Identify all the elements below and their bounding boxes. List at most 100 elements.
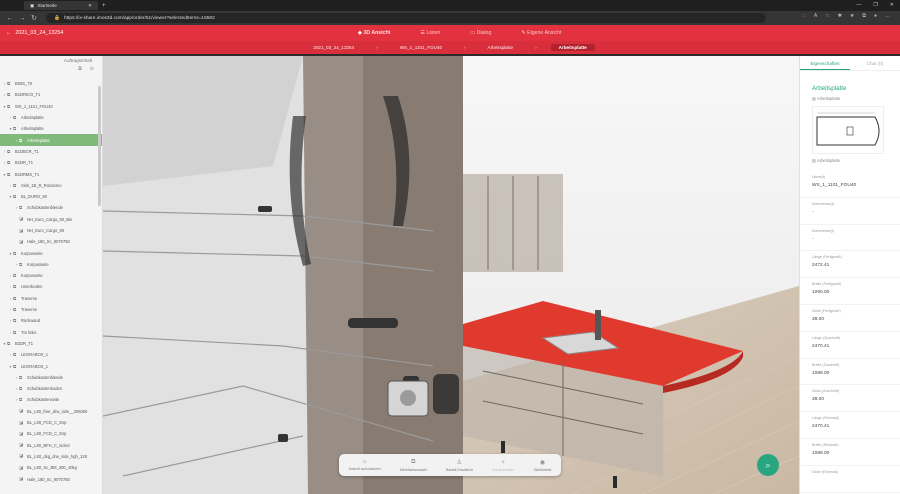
property-value: WS_1_1101_FOU40 bbox=[812, 183, 857, 188]
group-icon: ⧉ bbox=[13, 295, 17, 301]
tab-custom-view[interactable]: ✎ Eigene Ansicht bbox=[521, 30, 561, 36]
back-icon[interactable]: ← bbox=[4, 15, 16, 22]
tree-item[interactable]: › ⧉ Unterboden bbox=[0, 281, 102, 292]
new-tab-icon[interactable]: + bbox=[102, 3, 106, 9]
tree-item[interactable]: ▾ ⧉ Arbeitsplatte bbox=[0, 123, 102, 134]
tree-item[interactable]: › ⧉ B1DR_T1 bbox=[0, 157, 102, 168]
property-row: Kommentar(t) - bbox=[800, 198, 900, 225]
extension-icon[interactable]: ✱ bbox=[838, 13, 842, 19]
3d-viewport[interactable] bbox=[103, 56, 799, 494]
url-input[interactable]: 🔒 https://ix-share.imos3d.com/app/order/… bbox=[46, 13, 766, 23]
tree-item[interactable]: ◪ NH_Euro_Cargo_90_Bin bbox=[0, 214, 102, 225]
tree-scrollbar[interactable] bbox=[98, 86, 101, 206]
collections-icon[interactable]: ⧉ bbox=[862, 13, 866, 19]
property-value: - bbox=[812, 209, 814, 215]
breadcrumb-item[interactable]: 2021_03_24_13254 bbox=[305, 44, 362, 51]
breadcrumb-item[interactable]: Arbeitsplatte bbox=[480, 44, 522, 51]
tree-item[interactable]: › ⧉ Traverse bbox=[0, 293, 102, 304]
chevron-right-icon: › bbox=[535, 45, 537, 50]
tree-item[interactable]: › ⧉ Schubkastenblende bbox=[0, 202, 102, 213]
part-image-placeholder: ▨ Arbeitsplatte bbox=[812, 96, 900, 101]
tree-item[interactable]: ▾ ⧉ Korpusseite bbox=[0, 247, 102, 258]
avatar[interactable]: ● bbox=[874, 13, 877, 19]
tree-item[interactable]: ▾ ⧉ B2DR_T1 bbox=[0, 338, 102, 349]
tree-item[interactable]: › ⧉ B00S_79 bbox=[0, 78, 102, 89]
tree-item[interactable]: › ⧉ Korpusseite bbox=[0, 270, 102, 281]
tree-item[interactable]: › ⧉ Korpusseite bbox=[0, 259, 102, 270]
zoom-button[interactable]: ⌕ bbox=[757, 454, 779, 476]
window-close-icon[interactable]: ✕ bbox=[890, 2, 894, 8]
reader-icon[interactable]: A bbox=[814, 13, 817, 19]
tree-item[interactable]: › ⧉ LEGRABOX_1 bbox=[0, 349, 102, 360]
property-row: Kommentar(t) - bbox=[800, 225, 900, 252]
tab-chat[interactable]: Chat (0) bbox=[850, 56, 900, 70]
minimize-icon[interactable]: — bbox=[856, 2, 861, 8]
group-icon: ⧉ bbox=[13, 352, 17, 358]
tree-item[interactable]: ▾ ⧉ B1DRMS_T1 bbox=[0, 168, 102, 179]
tree-item[interactable]: › ⧉ Arbeitsplatte bbox=[0, 112, 102, 123]
tree-item[interactable]: ◪ BL_L80_free_drw_side__306050 bbox=[0, 406, 102, 417]
property-value: 2470.41 bbox=[812, 424, 830, 430]
tree-item[interactable]: › ⧉ Sink_1B_R_Rondomo bbox=[0, 180, 102, 191]
tree-item[interactable]: ◪ BL_L80_dsg_drw_side_hgh_128 bbox=[0, 451, 102, 462]
tree-item[interactable]: ▾ ⧉ BL_EURO_90 bbox=[0, 191, 102, 202]
tree-item-label: B00S_79 bbox=[15, 81, 32, 87]
browser-tab[interactable]: ▣ Startseite ✕ bbox=[24, 1, 98, 10]
tree-item[interactable]: › ⧉ B1DRICO_T1 bbox=[0, 89, 102, 100]
tree-item[interactable]: ◪ Hale_180_Sc_9070750 bbox=[0, 473, 102, 484]
forward-icon[interactable]: → bbox=[16, 15, 28, 22]
tree-item[interactable]: › ⧉ Traverse bbox=[0, 304, 102, 315]
tree-item[interactable]: ◪ NH_Euro_Cargo_90 bbox=[0, 225, 102, 236]
tree-item[interactable]: ▾ ⧉ WS_1_1101_FOU40 bbox=[0, 101, 102, 112]
collapse-icon[interactable]: ⧉ bbox=[78, 66, 82, 75]
maximize-icon[interactable]: ❐ bbox=[873, 2, 877, 8]
tree-item-label: B1DR_T1 bbox=[15, 160, 33, 166]
tree-item[interactable]: ◪ BL_L80_Sc_BM_300_40kg bbox=[0, 462, 102, 473]
hide-selection-button[interactable]: ✦ Selekt.ausblen bbox=[492, 459, 514, 472]
star-icon[interactable]: ☆ bbox=[825, 13, 829, 19]
visibility-button[interactable]: ◉ Sichtbarkeit bbox=[534, 459, 552, 472]
tab-lists[interactable]: ☰ Listen bbox=[420, 30, 440, 36]
tab-dialog[interactable]: ▭ Dialog bbox=[470, 30, 491, 36]
tree-item[interactable]: › ⧉ Schubkastenseite bbox=[0, 394, 102, 405]
tree-item[interactable]: › ⧉ B1DBCR_T1 bbox=[0, 146, 102, 157]
target-icon[interactable]: ⊙ bbox=[90, 66, 94, 75]
part-top-view-button[interactable]: ♙ Bauteil-Draufsicht bbox=[446, 459, 473, 472]
property-row: Breite (Rohmaß) 1088.00 bbox=[800, 439, 900, 466]
tree-item-label: BL_L80_BFH_C_nickel bbox=[27, 442, 70, 448]
property-row: Länge (Rohmaß) 2470.41 bbox=[800, 412, 900, 439]
tree-item[interactable]: › ⧉ Rückwand bbox=[0, 315, 102, 326]
tree-item-label: Traverse bbox=[21, 307, 37, 313]
tree-item-label: Schubkastenseite bbox=[27, 397, 60, 403]
group-icon: ⧉ bbox=[13, 284, 17, 290]
browser-tab-title: Startseite bbox=[37, 3, 57, 8]
order-back-button[interactable]: ← 2021_03_24_13254 bbox=[6, 30, 63, 36]
group-icon: ⧉ bbox=[13, 194, 17, 200]
favorites-icon[interactable]: ★ bbox=[850, 13, 854, 19]
part-icon: ◪ bbox=[19, 442, 24, 448]
tree-item[interactable]: › ⧉ Arbeitsplatte bbox=[0, 134, 102, 146]
tree-item[interactable]: ◪ BL_L80_BFH_C_nickel bbox=[0, 440, 102, 451]
reset-view-button[interactable]: ⌂ Ansicht zurücksetzen bbox=[349, 459, 381, 471]
tree-item-label: B1DRMS_T1 bbox=[15, 171, 40, 177]
group-icon: ⧉ bbox=[13, 307, 17, 313]
property-row: Breite (Fertigmaß) 1090.00 bbox=[800, 278, 900, 305]
tree-item[interactable]: › ⧉ Schubkastenblende bbox=[0, 372, 102, 383]
breadcrumb-item[interactable]: WS_1_1101_FOU40 bbox=[392, 44, 450, 51]
tree-item[interactable]: ◪ Hale_180_Sc_9070750 bbox=[0, 236, 102, 247]
tree-item[interactable]: ◪ BL_L80_FCD_C_Esp bbox=[0, 417, 102, 428]
reload-icon[interactable]: ↻ bbox=[28, 14, 40, 22]
tree-item[interactable]: ▾ ⧉ LEGRABOX_1 bbox=[0, 360, 102, 371]
tree-item[interactable]: › ⧉ Schubkastenboden bbox=[0, 383, 102, 394]
tree-item[interactable]: › ⧉ Tür links bbox=[0, 327, 102, 338]
more-icon[interactable]: … bbox=[885, 13, 890, 19]
tree-item-label: NH_Euro_Cargo_90 bbox=[27, 228, 65, 233]
breadcrumb-current[interactable]: Arbeitsplatte bbox=[550, 44, 595, 51]
tree-item[interactable]: ◪ BL_L80_FCD_C_Esp bbox=[0, 428, 102, 439]
tree-item-label: Sink_1B_R_Rondomo bbox=[21, 182, 62, 188]
multi-select-button[interactable]: ⧉ Mehrfachauswahl bbox=[400, 459, 427, 472]
camera-icon[interactable]: ▭ bbox=[801, 13, 806, 19]
close-icon[interactable]: ✕ bbox=[88, 3, 92, 9]
tab-3d-view[interactable]: ◈ 3D Ansicht bbox=[358, 30, 390, 36]
tab-properties[interactable]: Eigenschaften bbox=[800, 56, 850, 70]
